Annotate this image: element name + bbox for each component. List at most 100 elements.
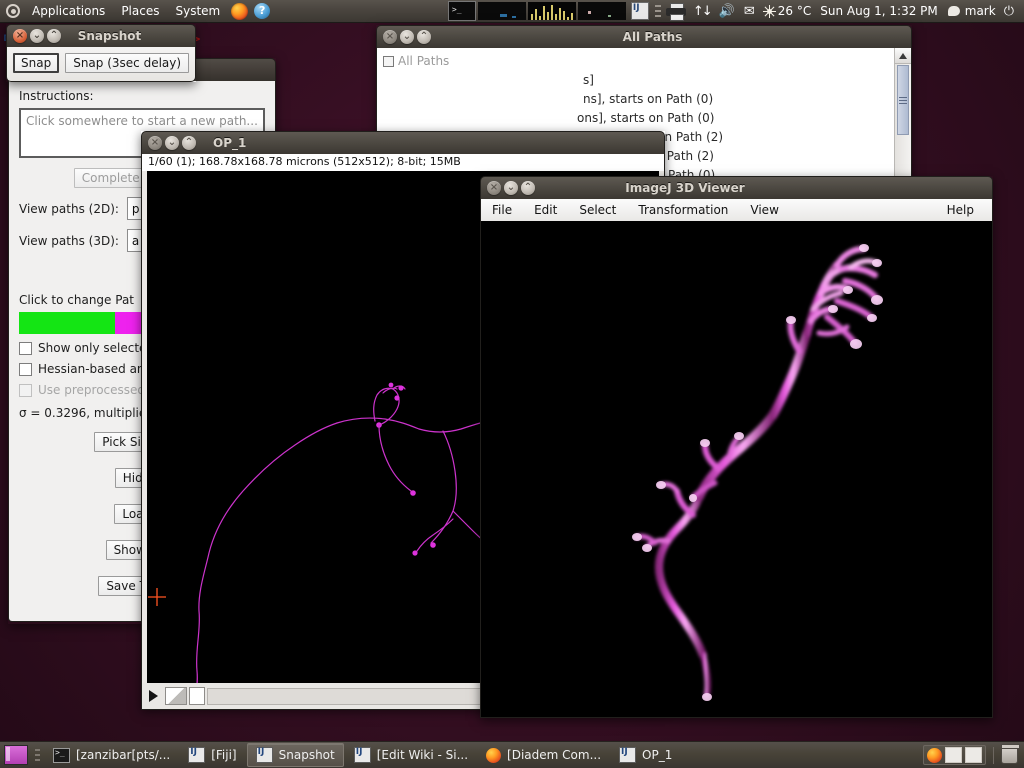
close-icon[interactable]: × <box>13 29 27 43</box>
menu-transformation[interactable]: Transformation <box>627 203 739 217</box>
view-paths-3d-label: View paths (3D): <box>19 233 119 248</box>
snapshot-titlebar[interactable]: × ⌄ ⌃ Snapshot <box>6 24 196 47</box>
window-thumbnail-icon[interactable] <box>477 2 526 20</box>
window-buttons[interactable]: × ⌄ ⌃ <box>487 181 538 195</box>
checkbox-box-icon[interactable] <box>19 362 32 376</box>
taskbar-item-diadem[interactable]: [Diadem Com... <box>478 744 609 766</box>
maximize-icon[interactable]: ⌃ <box>521 181 535 195</box>
imagej-icon <box>353 747 371 763</box>
frame-back-button[interactable] <box>165 687 187 705</box>
checkbox-label: Show only selecte <box>38 341 147 355</box>
minimize-icon[interactable]: ⌄ <box>504 181 518 195</box>
taskbar-item-label: [Edit Wiki - Si... <box>376 748 469 762</box>
firefox-icon[interactable] <box>231 2 249 20</box>
play-icon[interactable] <box>149 690 158 702</box>
checkbox-box-icon[interactable] <box>19 341 32 355</box>
color-swatch-selected[interactable] <box>19 312 115 334</box>
minimize-icon[interactable]: ⌄ <box>30 29 44 43</box>
tree-row[interactable]: ons], starts on Path (0) <box>383 109 911 128</box>
weather-indicator[interactable]: 26 °C <box>762 4 811 18</box>
checkbox-label: Hessian-based an <box>38 362 145 376</box>
tree-row[interactable]: ns], starts on Path (0) <box>383 90 911 109</box>
printer-icon[interactable] <box>665 3 686 21</box>
snapshot-window[interactable]: × ⌄ ⌃ Snapshot Snap Snap (3sec delay) <box>6 24 196 82</box>
taskbar-item-snapshot[interactable]: Snapshot <box>246 743 344 767</box>
tree-root-label: All Paths <box>398 54 450 68</box>
taskbar-item-label: [Diadem Com... <box>507 748 602 762</box>
window-buttons[interactable]: × ⌄ ⌃ <box>148 136 199 150</box>
snap-button[interactable]: Snap <box>13 53 60 73</box>
terminal-thumbnail-icon[interactable]: >_ <box>447 1 476 21</box>
taskbar: [zanzibar[pts/... [Fiji] Snapshot [Edit … <box>0 741 1024 768</box>
menu-file[interactable]: File <box>481 203 523 217</box>
minimize-icon[interactable]: ⌄ <box>165 136 179 150</box>
workspace-switcher[interactable] <box>923 745 986 765</box>
tree-row-label: ns], starts on Path (0) <box>583 92 714 106</box>
workspace-1[interactable] <box>945 747 962 763</box>
snap-delay-button[interactable]: Snap (3sec delay) <box>65 53 190 73</box>
maximize-icon[interactable]: ⌃ <box>47 29 61 43</box>
mail-icon[interactable]: ✉ <box>744 4 755 19</box>
scrollbar-thumb[interactable] <box>897 65 909 135</box>
op1-title-label: OP_1 <box>213 136 247 150</box>
tree-row-label: ons], starts on Path (0) <box>577 111 715 125</box>
ubuntu-logo-icon[interactable] <box>4 2 22 20</box>
close-icon[interactable]: × <box>383 30 397 44</box>
menu-applications[interactable]: Applications <box>24 0 113 22</box>
maximize-icon[interactable]: ⌃ <box>182 136 196 150</box>
user-indicator[interactable]: mark <box>947 4 996 18</box>
imagej-icon <box>188 747 206 763</box>
drag-handle-icon[interactable] <box>654 4 661 18</box>
panel-indicators: >_ ↑↓ 🔊 ✉ 26 °C S <box>447 0 1024 22</box>
close-icon[interactable]: × <box>487 181 501 195</box>
imagej-tray-icon[interactable] <box>630 2 649 20</box>
top-panel: Applications Places System ? >_ ↑↓ 🔊 ✉ <box>0 0 1024 23</box>
viewer3d-titlebar[interactable]: × ⌄ ⌃ ImageJ 3D Viewer <box>480 176 993 199</box>
volume-icon[interactable]: 🔊 <box>719 4 735 19</box>
trash-icon[interactable] <box>1001 744 1020 764</box>
window-buttons[interactable]: × ⌄ ⌃ <box>383 30 434 44</box>
scroll-up-icon[interactable] <box>895 48 911 64</box>
menu-places[interactable]: Places <box>113 0 167 22</box>
all-paths-titlebar[interactable]: × ⌄ ⌃ All Paths <box>376 25 912 48</box>
menu-select[interactable]: Select <box>568 203 627 217</box>
username-label: mark <box>964 4 996 18</box>
all-paths-scrollbar[interactable] <box>894 48 911 177</box>
taskbar-item-label: Snapshot <box>278 748 335 762</box>
imagej-3d-viewer-window[interactable]: × ⌄ ⌃ ImageJ 3D Viewer File Edit Select … <box>480 176 993 718</box>
help-icon[interactable]: ? <box>254 3 271 19</box>
window-buttons[interactable]: × ⌄ ⌃ <box>13 29 64 43</box>
menu-view[interactable]: View <box>739 203 789 217</box>
chat-bubble-icon <box>947 6 960 16</box>
instructions-label: Instructions: <box>19 89 94 103</box>
menu-help[interactable]: Help <box>936 203 992 217</box>
tree-row[interactable]: s] <box>383 71 911 90</box>
maximize-icon[interactable]: ⌃ <box>417 30 431 44</box>
viewer3d-menubar: File Edit Select Transformation View Hel… <box>480 199 993 221</box>
viewer3d-title-label: ImageJ 3D Viewer <box>625 181 745 195</box>
taskbar-item-fiji[interactable]: [Fiji] <box>180 744 244 766</box>
spectrum-thumbnail-icon[interactable] <box>527 2 576 20</box>
menu-system[interactable]: System <box>167 0 228 22</box>
tray-separator <box>993 746 994 764</box>
all-paths-title-label: All Paths <box>622 30 683 44</box>
taskbar-item-terminal[interactable]: [zanzibar[pts/... <box>45 744 178 766</box>
tree-root-row[interactable]: All Paths <box>383 52 911 71</box>
frame-forward-button[interactable] <box>189 687 205 705</box>
taskbar-item-label: [Fiji] <box>211 748 237 762</box>
taskbar-item-edit-wiki[interactable]: [Edit Wiki - Si... <box>346 744 476 766</box>
taskbar-tray <box>923 744 1024 765</box>
menu-edit[interactable]: Edit <box>523 203 568 217</box>
window-thumbnail-icon-2[interactable] <box>577 2 626 20</box>
network-updown-icon[interactable]: ↑↓ <box>693 4 713 19</box>
viewer3d-canvas[interactable] <box>480 221 993 718</box>
clock-label[interactable]: Sun Aug 1, 1:32 PM <box>820 4 938 18</box>
close-icon[interactable]: × <box>148 136 162 150</box>
op1-titlebar[interactable]: × ⌄ ⌃ OP_1 <box>141 131 665 154</box>
taskbar-item-op1[interactable]: OP_1 <box>611 744 680 766</box>
tree-expander-icon[interactable] <box>383 56 394 67</box>
minimize-icon[interactable]: ⌄ <box>400 30 414 44</box>
workspace-2[interactable] <box>965 747 982 763</box>
show-desktop-icon[interactable] <box>4 745 28 765</box>
power-icon[interactable]: ⏻ <box>1004 4 1014 19</box>
